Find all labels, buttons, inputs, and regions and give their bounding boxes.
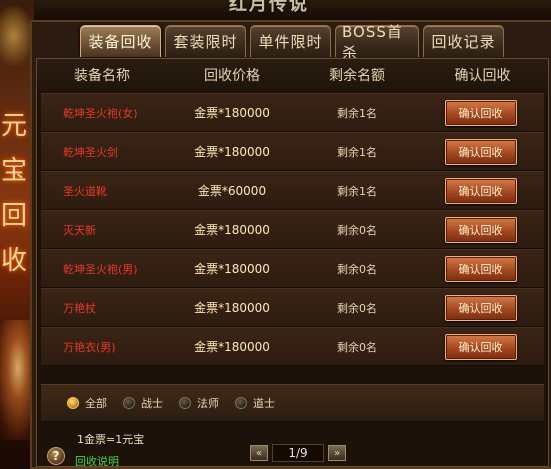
filter-label: 法师 bbox=[197, 397, 219, 410]
filter-label: 战士 bbox=[141, 397, 163, 410]
glow-orb-decor bbox=[0, 320, 34, 440]
column-header-name: 装备名称 bbox=[74, 68, 130, 84]
tab-single-limited[interactable]: 单件限时 bbox=[250, 25, 331, 57]
filter-warrior-radio[interactable]: 战士 bbox=[123, 395, 163, 411]
filter-label: 全部 bbox=[85, 397, 107, 410]
table-body: 乾坤圣火袍(女) 金票*180000 剩余1名 确认回收 乾坤圣火剑 金票*18… bbox=[41, 93, 544, 366]
filter-mage-radio[interactable]: 法师 bbox=[179, 395, 219, 411]
radio-dot-icon bbox=[67, 397, 79, 409]
item-name[interactable]: 万艳衣(男) bbox=[41, 339, 167, 355]
recycle-panel: 装备回收 套装限时 单件限时 BOSS首杀 回收记录 装备名称 回收价格 剩余名… bbox=[30, 20, 551, 469]
item-remaining: 剩余0名 bbox=[337, 262, 377, 276]
item-name[interactable]: 乾坤圣火袍(男) bbox=[41, 261, 167, 277]
page-indicator: 1/9 bbox=[272, 444, 324, 462]
confirm-recycle-button[interactable]: 确认回收 bbox=[444, 294, 517, 321]
table-header: 装备名称 回收价格 剩余名额 确认回收 bbox=[37, 59, 548, 91]
item-name[interactable]: 灭天新 bbox=[41, 222, 167, 238]
help-question-icon[interactable]: ? bbox=[47, 447, 65, 465]
item-price: 金票*180000 bbox=[194, 106, 270, 120]
column-header-price: 回收价格 bbox=[204, 68, 260, 84]
header-strip: 红月传说 bbox=[34, 0, 551, 22]
left-decor-strip: 元 宝 回 收 bbox=[0, 0, 34, 469]
tab-set-limited[interactable]: 套装限时 bbox=[165, 25, 246, 57]
side-art-char: 回 bbox=[0, 201, 27, 231]
recycle-help-link[interactable]: 回收说明 bbox=[75, 453, 119, 469]
confirm-recycle-button[interactable]: 确认回收 bbox=[444, 216, 517, 243]
side-art-char: 元 bbox=[0, 111, 27, 141]
confirm-recycle-button[interactable]: 确认回收 bbox=[444, 138, 517, 165]
item-remaining: 剩余1名 bbox=[337, 184, 377, 198]
tab-bar: 装备回收 套装限时 单件限时 BOSS首杀 回收记录 bbox=[80, 23, 504, 62]
item-name[interactable]: 圣火道靴 bbox=[41, 183, 167, 199]
item-price: 金票*180000 bbox=[194, 262, 270, 276]
column-header-confirm: 确认回收 bbox=[454, 68, 511, 84]
item-remaining: 剩余0名 bbox=[337, 301, 377, 315]
tab-recycle-log[interactable]: 回收记录 bbox=[423, 25, 504, 57]
table-row: 灭天新 金票*180000 剩余0名 确认回收 bbox=[41, 210, 544, 249]
table-row: 万艳衣(男) 金票*180000 剩余0名 确认回收 bbox=[41, 327, 544, 366]
confirm-recycle-button[interactable]: 确认回收 bbox=[444, 99, 517, 126]
item-price: 金票*180000 bbox=[194, 340, 270, 354]
dragon-ornament-icon bbox=[0, 6, 34, 66]
item-remaining: 剩余0名 bbox=[337, 340, 377, 354]
filter-all-radio[interactable]: 全部 bbox=[67, 395, 107, 411]
side-art-char: 宝 bbox=[0, 156, 27, 186]
column-header-remaining: 剩余名额 bbox=[329, 68, 385, 84]
item-remaining: 剩余1名 bbox=[337, 106, 377, 120]
radio-dot-icon bbox=[235, 397, 247, 409]
confirm-recycle-button[interactable]: 确认回收 bbox=[444, 333, 517, 360]
tab-boss-first-kill[interactable]: BOSS首杀 bbox=[335, 23, 419, 62]
item-price: 金票*180000 bbox=[194, 145, 270, 159]
table-row: 乾坤圣火剑 金票*180000 剩余1名 确认回收 bbox=[41, 132, 544, 171]
item-name[interactable]: 乾坤圣火剑 bbox=[41, 144, 167, 160]
side-art-char: 收 bbox=[0, 246, 27, 276]
recycle-table-frame: 装备名称 回收价格 剩余名额 确认回收 乾坤圣火袍(女) 金票*180000 剩… bbox=[36, 58, 549, 469]
panel-footer: 1金票=1元宝 ? 回收说明 « 1/9 » bbox=[37, 425, 548, 469]
exchange-rate-text: 1金票=1元宝 bbox=[77, 433, 145, 446]
confirm-recycle-button[interactable]: 确认回收 bbox=[444, 177, 517, 204]
pagination: « 1/9 » bbox=[250, 444, 346, 462]
item-price: 金票*180000 bbox=[194, 301, 270, 315]
item-name[interactable]: 乾坤圣火袍(女) bbox=[41, 105, 167, 121]
header-title-art: 红月传说 bbox=[229, 0, 309, 15]
radio-dot-icon bbox=[123, 397, 135, 409]
radio-dot-icon bbox=[179, 397, 191, 409]
prev-page-button[interactable]: « bbox=[250, 445, 268, 461]
item-price: 金票*180000 bbox=[194, 223, 270, 237]
table-row: 万艳杖 金票*180000 剩余0名 确认回收 bbox=[41, 288, 544, 327]
next-page-button[interactable]: » bbox=[328, 445, 346, 461]
item-name[interactable]: 万艳杖 bbox=[41, 300, 167, 316]
class-filter: 全部 战士 法师 道士 bbox=[41, 384, 544, 422]
item-remaining: 剩余0名 bbox=[337, 223, 377, 237]
item-remaining: 剩余1名 bbox=[337, 145, 377, 159]
filter-label: 道士 bbox=[253, 397, 275, 410]
filter-taoist-radio[interactable]: 道士 bbox=[235, 395, 275, 411]
table-row: 乾坤圣火袍(女) 金票*180000 剩余1名 确认回收 bbox=[41, 93, 544, 132]
tab-equipment-recycle[interactable]: 装备回收 bbox=[80, 25, 161, 57]
confirm-recycle-button[interactable]: 确认回收 bbox=[444, 255, 517, 282]
table-row: 圣火道靴 金票*60000 剩余1名 确认回收 bbox=[41, 171, 544, 210]
item-price: 金票*60000 bbox=[197, 184, 267, 198]
table-row: 乾坤圣火袍(男) 金票*180000 剩余0名 确认回收 bbox=[41, 249, 544, 288]
